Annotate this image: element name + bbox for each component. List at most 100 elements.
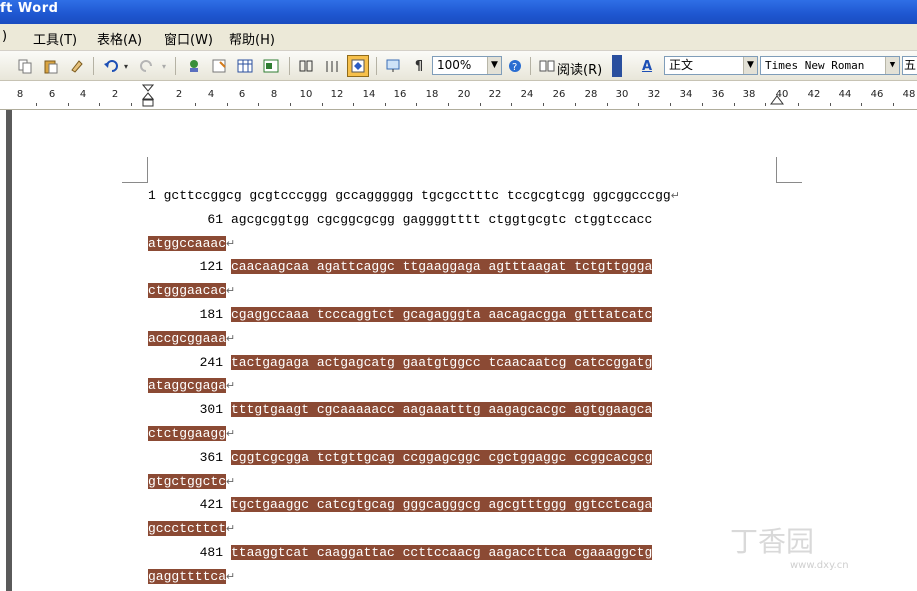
copy-icon[interactable] (14, 55, 36, 77)
sequence-text: ctgggaacac (148, 283, 227, 299)
ruler-label: 24 (520, 89, 534, 100)
paste-icon[interactable] (40, 55, 62, 77)
ruler-label: 2 (175, 89, 183, 100)
font-size-select[interactable]: 五 (902, 56, 917, 75)
sequence-position: 181 (199, 307, 223, 322)
tables-borders-icon[interactable] (208, 55, 230, 77)
ruler-label: 34 (679, 89, 693, 100)
ruler-label: 46 (870, 89, 884, 100)
ruler-label: 18 (425, 89, 439, 100)
font-select[interactable]: Times New Roman ▼ (760, 56, 900, 75)
ruler-tick (702, 103, 703, 106)
format-painter-icon[interactable] (66, 55, 88, 77)
ruler-label: 38 (742, 89, 756, 100)
sequence-text: atggccaaac (148, 235, 227, 251)
menu-item-partial[interactable]: ) (2, 29, 7, 44)
sequence-line: gtgctggctc↵ (148, 472, 235, 491)
sequence-text: gtgctggctc (148, 473, 227, 489)
sequence-text: tttgtgaagt cgcaaaaacc aagaaatttg aagagca… (231, 402, 653, 418)
style-select[interactable]: 正文 ▼ (664, 56, 758, 75)
paragraph-mark-icon[interactable]: ¶ (408, 55, 430, 77)
ruler-label: 10 (299, 89, 313, 100)
sequence-text: ttaaggtcat caaggattac ccttccaacg aagacct… (231, 545, 653, 560)
ruler-tick (258, 103, 259, 106)
styles-icon[interactable]: A (636, 55, 658, 77)
ruler-tick (607, 103, 608, 106)
document-map-icon[interactable] (347, 55, 369, 77)
ruler-tick (448, 103, 449, 106)
sequence-text: gaggttttca (148, 568, 227, 584)
sequence-position: 301 (199, 402, 223, 418)
sequence-line: 481 ttaaggtcat caaggattac ccttccaacg aaga… (168, 543, 653, 562)
columns-icon[interactable] (295, 55, 317, 77)
sequence-text: 1 gcttccggcg gcgtcccggg gccagggggg tgcgc… (148, 188, 671, 203)
insert-table-icon[interactable] (234, 55, 256, 77)
sequence-text: tgctgaaggc catcgtgcag gggcagggcg agcgttt… (231, 497, 653, 513)
sequence-line: ctgggaacac↵ (148, 281, 235, 300)
ruler-label: 2 (111, 89, 119, 100)
ruler-label: 30 (615, 89, 629, 100)
ruler-tick (893, 103, 894, 106)
undo-dropdown-icon[interactable]: ▾ (120, 55, 132, 77)
sequence-text: tactgagaga actgagcatg gaatgtggcc tcaacaa… (231, 354, 653, 370)
ruler-label: 20 (457, 89, 471, 100)
ruler-label: 26 (552, 89, 566, 100)
ruler-label: 28 (584, 89, 598, 100)
drawing-icon[interactable] (321, 55, 343, 77)
ruler-label: 48 (902, 89, 916, 100)
ruler-label: 12 (330, 89, 344, 100)
ruler-label: 16 (393, 89, 407, 100)
read-icon[interactable] (536, 55, 558, 77)
chevron-down-icon: ▼ (743, 57, 757, 74)
paragraph-mark: ↵ (226, 238, 236, 251)
zoom-select[interactable]: 100% ▼ (432, 56, 502, 75)
sequence-text: cggtcgcgga tctgttgcag ccggagcggc cgctgga… (231, 449, 653, 465)
ruler-tick (99, 103, 100, 106)
ruler-tick (353, 103, 354, 106)
ruler-label: 4 (79, 89, 87, 100)
redo-dropdown-icon[interactable]: ▾ (158, 55, 170, 77)
sequence-text: agcgcggtgg cgcggcgcgg gaggggtttt ctggtgc… (231, 211, 653, 227)
ruler-tick (861, 103, 862, 106)
hyperlink-icon[interactable] (183, 55, 205, 77)
sequence-text: accgcggaaa (148, 330, 227, 346)
sequence-position: 421 (199, 497, 223, 513)
sequence-line: 241 tactgagaga actgagcatg gaatgtggcc tcaa… (168, 353, 653, 372)
chevron-down-icon: ▼ (885, 57, 899, 74)
paragraph-mark: ↵ (670, 191, 680, 203)
sequence-line: 181 cgaggccaaa tcccaggtct gcagagggta aaca… (168, 305, 653, 324)
undo-icon[interactable] (100, 55, 122, 77)
sequence-position: 61 (207, 211, 223, 227)
paragraph-mark: ↵ (226, 429, 236, 441)
zoom-value: 100% (437, 58, 472, 72)
menu-item-help[interactable]: 帮助(H) (229, 29, 275, 48)
ruler-tick (227, 103, 228, 106)
ruler-tick (575, 103, 576, 106)
sequence-line: 121 caacaagcaa agattcaggc ttgaaggaga agtt… (168, 257, 653, 276)
left-scroll-edge (6, 110, 12, 591)
paragraph-mark: ↵ (226, 476, 236, 489)
read-mode-label[interactable]: 阅读(R) (557, 59, 602, 78)
help-icon[interactable]: ? (504, 55, 526, 77)
paragraph-mark: ↵ (226, 571, 236, 584)
menu-item-table[interactable]: 表格(A) (97, 29, 142, 48)
ruler-tick (385, 103, 386, 106)
paragraph-mark: ↵ (226, 381, 236, 394)
paragraph-mark: ↵ (226, 286, 236, 299)
svg-text:?: ? (512, 62, 517, 73)
ruler-tick (670, 103, 671, 106)
ruler-label: 22 (488, 89, 502, 100)
indent-marker-icon[interactable] (142, 84, 154, 108)
sequence-line: ctctggaagg↵ (148, 424, 235, 443)
toolbar-overflow-icon[interactable] (612, 55, 622, 77)
ruler-label: 6 (48, 89, 56, 100)
menu-item-window[interactable]: 窗口(W) (164, 29, 213, 48)
redo-icon[interactable] (136, 55, 158, 77)
right-indent-marker-icon[interactable] (770, 92, 784, 106)
title-bar: ft Word (0, 0, 917, 24)
menu-item-tools[interactable]: 工具(T) (33, 29, 77, 48)
ruler-tick (734, 103, 735, 106)
insert-excel-icon[interactable] (260, 55, 282, 77)
style-value: 正文 (669, 58, 694, 72)
show-hide-icon[interactable] (382, 55, 404, 77)
